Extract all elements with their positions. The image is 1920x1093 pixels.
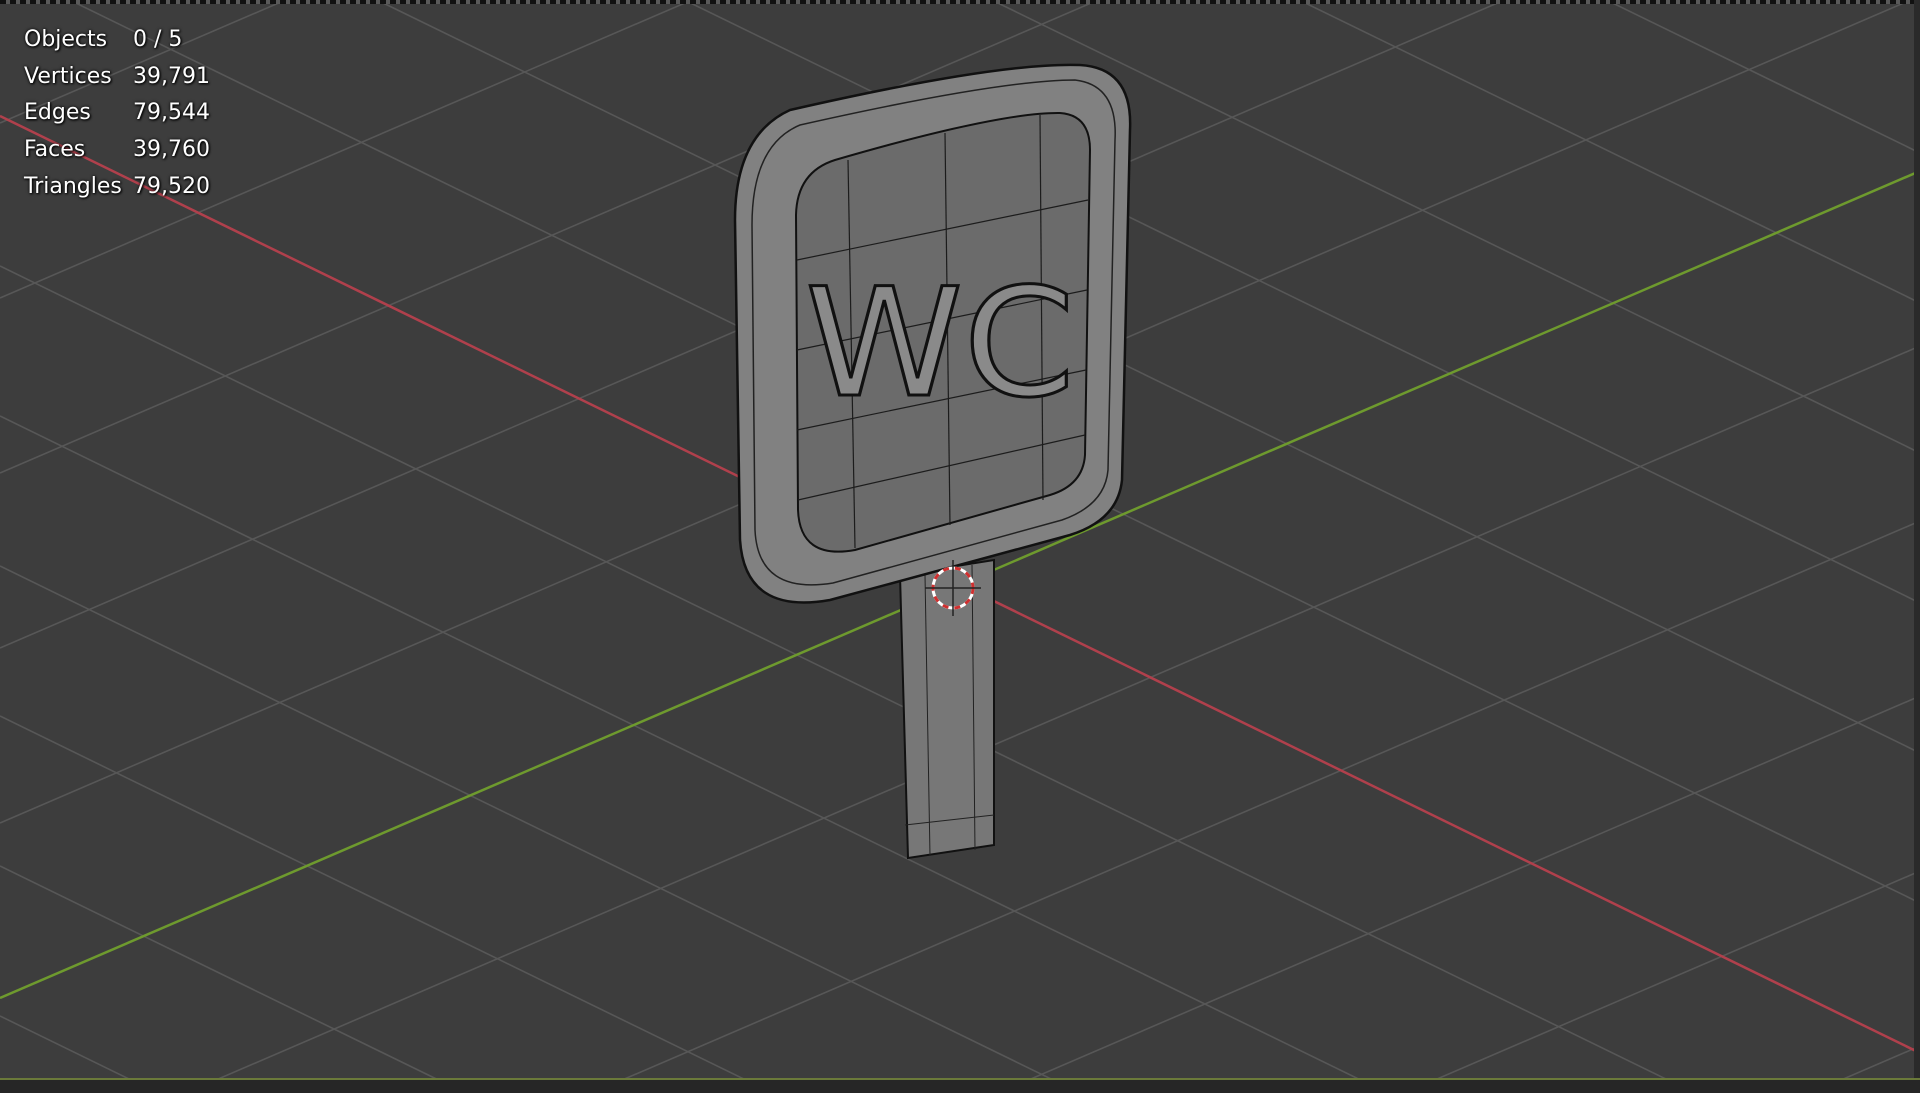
stat-value: 39,791	[133, 63, 210, 89]
stat-value: 79,520	[133, 173, 210, 199]
stat-row-faces: Faces 39,760	[24, 132, 210, 169]
status-bar	[0, 1078, 1920, 1093]
grid-line	[376, 0, 1920, 754]
stat-label: Edges	[24, 100, 91, 126]
grid-line	[1606, 0, 1920, 154]
grid-line	[591, 520, 1920, 1093]
stat-row-edges: Edges 79,544	[24, 95, 210, 132]
stat-value: 0 / 5	[133, 27, 183, 52]
viewport-scene[interactable]: WC	[0, 0, 1920, 1093]
grid-line	[997, 695, 1920, 1093]
stat-label: Triangles	[24, 173, 122, 199]
stat-value: 79,544	[133, 100, 210, 126]
viewport-statistics: Objects 0 / 5 Vertices 39,791 Edges 79,544 Fac…	[24, 22, 210, 206]
3d-viewport[interactable]: WC Objects 0 / 5 Vertices 39,791 Edges 79,544…	[0, 0, 1920, 1093]
grid-line	[0, 865, 466, 1093]
stat-value: 39,760	[133, 137, 210, 163]
wc-sign-mesh[interactable]: WC	[733, 63, 1132, 860]
grid-line	[991, 0, 1920, 454]
grid-line	[1298, 0, 1920, 304]
stat-label: Vertices	[24, 63, 112, 89]
stat-row-triangles: Triangles 79,520	[24, 169, 210, 206]
viewport-right-border	[1914, 0, 1920, 1093]
stat-row-objects: Objects 0 / 5	[24, 22, 210, 59]
sign-post	[898, 558, 995, 860]
grid-line	[1404, 870, 1920, 1093]
grid-line	[0, 415, 1388, 1093]
sign-text: WC	[805, 257, 1075, 431]
stat-row-vertices: Vertices 39,791	[24, 59, 210, 96]
stat-label: Faces	[24, 137, 86, 163]
viewport-top-border	[0, 0, 1920, 4]
stat-label: Objects	[24, 27, 108, 52]
